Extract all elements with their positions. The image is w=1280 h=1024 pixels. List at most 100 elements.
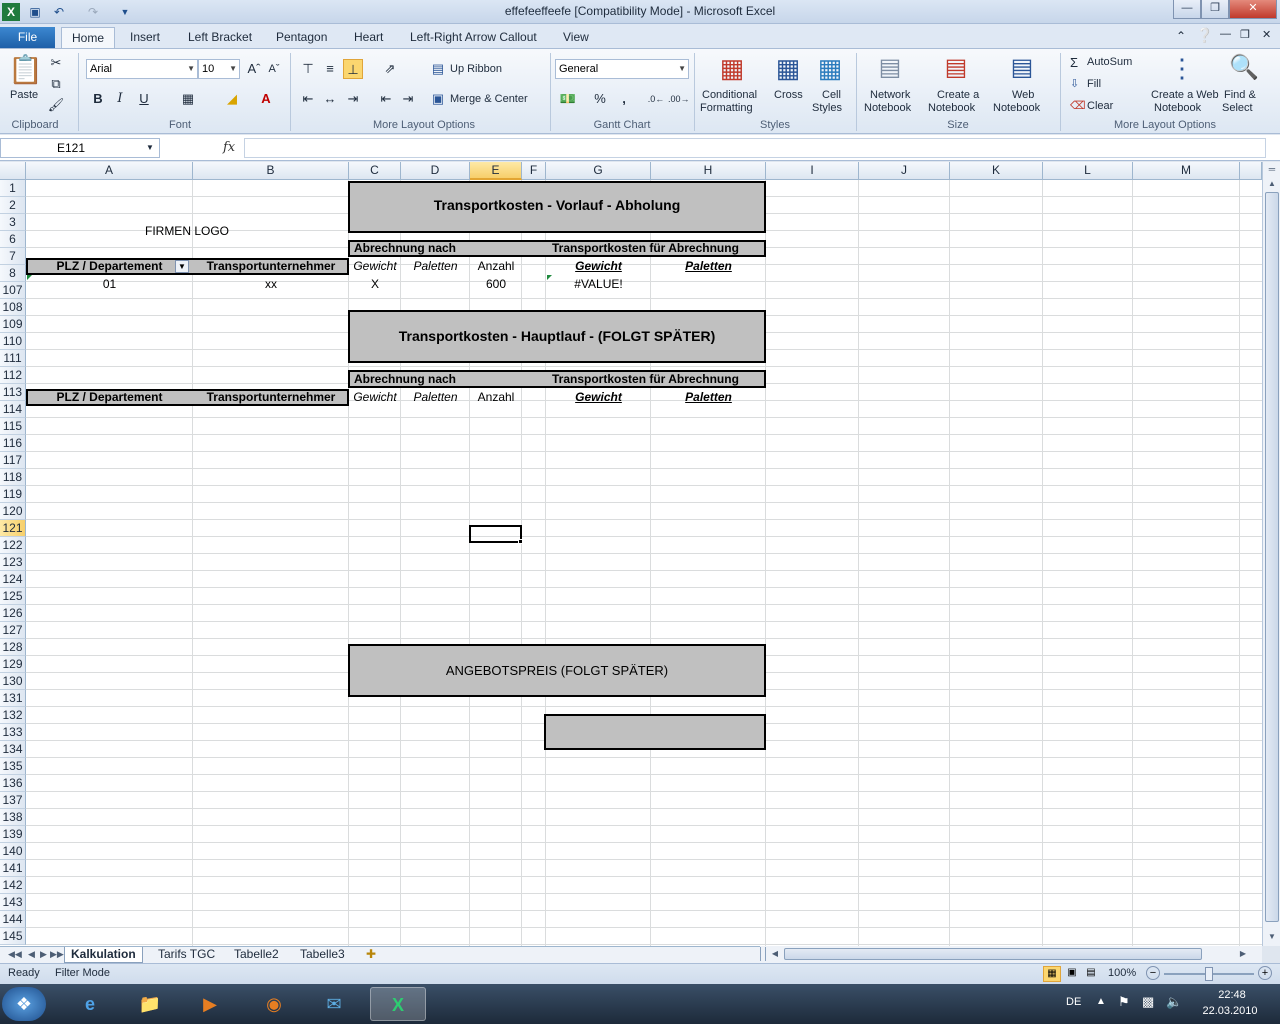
fill-icon[interactable]: ⇩ [1070, 77, 1079, 90]
row-header-6[interactable]: 6 [0, 231, 26, 248]
row-header-3[interactable]: 3 [0, 214, 26, 231]
column-header-l[interactable]: L [1043, 162, 1133, 180]
row-header-139[interactable]: 139 [0, 826, 26, 843]
sheet-tab-tabelle3[interactable]: Tabelle3 [294, 947, 351, 963]
row-header-107[interactable]: 107 [0, 282, 26, 299]
row-header-135[interactable]: 135 [0, 758, 26, 775]
conditional-formatting-label-1[interactable]: Conditional [702, 89, 757, 101]
column-header-c[interactable]: C [349, 162, 401, 180]
action-center-flag-icon[interactable]: ⚑ [1118, 994, 1130, 1010]
media-player-icon[interactable]: ▶ [182, 987, 238, 1021]
cell-g8[interactable]: #VALUE! [546, 276, 651, 293]
paste-icon[interactable]: 📋 [8, 53, 43, 89]
create-web-notebook-label-2[interactable]: Notebook [1154, 102, 1201, 114]
tab-pentagon[interactable]: Pentagon [270, 27, 333, 48]
restore-button[interactable]: ❐ [1201, 0, 1229, 19]
conditional-formatting-icon[interactable]: ▦ [716, 53, 748, 87]
tab-left-bracket[interactable]: Left Bracket [182, 27, 258, 48]
row-header-123[interactable]: 123 [0, 554, 26, 571]
cross-icon[interactable]: ▦ [772, 53, 804, 87]
network-icon[interactable]: ▩ [1142, 994, 1154, 1010]
align-bottom-icon[interactable]: ⊥ [343, 59, 363, 79]
tab-insert[interactable]: Insert [124, 27, 166, 48]
active-cell-e121[interactable] [469, 525, 522, 543]
row-header-117[interactable]: 117 [0, 452, 26, 469]
row-header-109[interactable]: 109 [0, 316, 26, 333]
align-middle-icon[interactable]: ≡ [320, 59, 340, 79]
find-select-label-2[interactable]: Select [1222, 102, 1253, 114]
number-format-combo[interactable]: General ▼ [555, 59, 689, 79]
decrease-decimal-icon[interactable]: .00→ [668, 89, 690, 109]
network-notebook-icon[interactable]: ▤ [874, 53, 906, 87]
zoom-level[interactable]: 100% [1108, 967, 1136, 979]
create-notebook-label-2[interactable]: Notebook [928, 102, 975, 114]
row-header-7[interactable]: 7 [0, 248, 26, 265]
fill-handle[interactable] [518, 539, 523, 544]
row-header-141[interactable]: 141 [0, 860, 26, 877]
borders-icon[interactable]: ▦ [178, 89, 198, 109]
scroll-left-icon[interactable]: ◀ [768, 947, 782, 961]
align-top-icon[interactable]: ⊤ [298, 59, 318, 79]
horizontal-scrollbar[interactable]: ◀ ▶ [760, 946, 1262, 963]
worksheet-grid[interactable]: A B C D E F G H I J K L M 1 2 3 6 7 8 107 108 10… [0, 162, 1262, 946]
row-header-128[interactable]: 128 [0, 639, 26, 656]
cut-icon[interactable]: ✂ [46, 53, 66, 73]
row-header-137[interactable]: 137 [0, 792, 26, 809]
row-header-120[interactable]: 120 [0, 503, 26, 520]
header-plz-2[interactable]: PLZ / Departement [26, 389, 193, 406]
row-header-140[interactable]: 140 [0, 843, 26, 860]
explorer-folder-icon[interactable]: 📁 [122, 987, 178, 1021]
scroll-down-icon[interactable]: ▼ [1264, 930, 1280, 944]
clock-time[interactable]: 22:48 [1200, 989, 1264, 1001]
cell-e8[interactable]: 600 [470, 276, 522, 293]
column-header-d[interactable]: D [401, 162, 470, 180]
tab-split-handle[interactable] [760, 947, 766, 961]
tab-view[interactable]: View [557, 27, 595, 48]
firefox-icon[interactable]: ◉ [246, 987, 302, 1021]
grow-font-icon[interactable]: Aˆ [244, 59, 264, 79]
bold-button[interactable]: B [88, 89, 108, 109]
page-layout-view-icon[interactable]: ▣ [1063, 966, 1081, 982]
format-painter-icon[interactable]: 🖌 [46, 95, 66, 115]
cross-button[interactable]: Cross [774, 89, 803, 101]
horizontal-scroll-thumb[interactable] [784, 948, 1202, 960]
clock-date[interactable]: 22.03.2010 [1196, 1005, 1264, 1017]
header-h-paletten-1[interactable]: Paletten [651, 258, 766, 275]
merge-center-button[interactable]: Merge & Center [450, 93, 528, 105]
italic-button[interactable]: I [110, 89, 130, 109]
internet-explorer-icon[interactable]: e [62, 987, 118, 1021]
create-notebook-label-1[interactable]: Create a [937, 89, 979, 101]
select-all-corner[interactable] [0, 162, 26, 180]
insert-sheet-icon[interactable]: ✚ [360, 947, 382, 963]
copy-icon[interactable]: ⧉ [46, 74, 66, 94]
comma-button[interactable]: , [614, 89, 634, 109]
vertical-scroll-thumb[interactable] [1265, 192, 1279, 922]
cell-b8[interactable]: xx [193, 276, 349, 293]
vertical-scrollbar[interactable]: ═ ▲ ▼ [1262, 162, 1280, 946]
header-anzahl-2[interactable]: Anzahl [470, 389, 522, 406]
column-header-g[interactable]: G [546, 162, 651, 180]
row-header-111[interactable]: 111 [0, 350, 26, 367]
row-header-132[interactable]: 132 [0, 707, 26, 724]
row-header-124[interactable]: 124 [0, 571, 26, 588]
align-right-icon[interactable]: ⇥ [343, 89, 363, 109]
row-header-116[interactable]: 116 [0, 435, 26, 452]
firmen-logo-text[interactable]: FIRMEN LOGO [26, 223, 348, 240]
split-box[interactable]: ═ [1264, 162, 1280, 176]
column-header-m[interactable]: M [1133, 162, 1240, 180]
create-web-notebook-icon[interactable]: ⋮ [1166, 53, 1198, 87]
font-name-combo[interactable]: Arial ▼ [86, 59, 198, 79]
paste-button[interactable]: Paste [10, 89, 38, 101]
underline-button[interactable]: U [134, 89, 154, 109]
column-header-i[interactable]: I [766, 162, 859, 180]
row-header-145[interactable]: 145 [0, 928, 26, 945]
column-header-h[interactable]: H [651, 162, 766, 180]
show-hidden-icons-icon[interactable]: ▲ [1096, 996, 1106, 1007]
web-notebook-icon[interactable]: ▤ [1006, 53, 1038, 87]
page-break-view-icon[interactable]: ▤ [1082, 966, 1100, 982]
insert-function-icon[interactable]: fx [223, 140, 235, 155]
cell-c8[interactable]: X [349, 276, 401, 293]
merge-center-icon[interactable]: ▣ [430, 91, 446, 107]
section2-title[interactable]: Transportkosten - Hauptlauf - (FOLGT SPÄ… [348, 327, 766, 345]
header-h-paletten-2[interactable]: Paletten [651, 389, 766, 406]
